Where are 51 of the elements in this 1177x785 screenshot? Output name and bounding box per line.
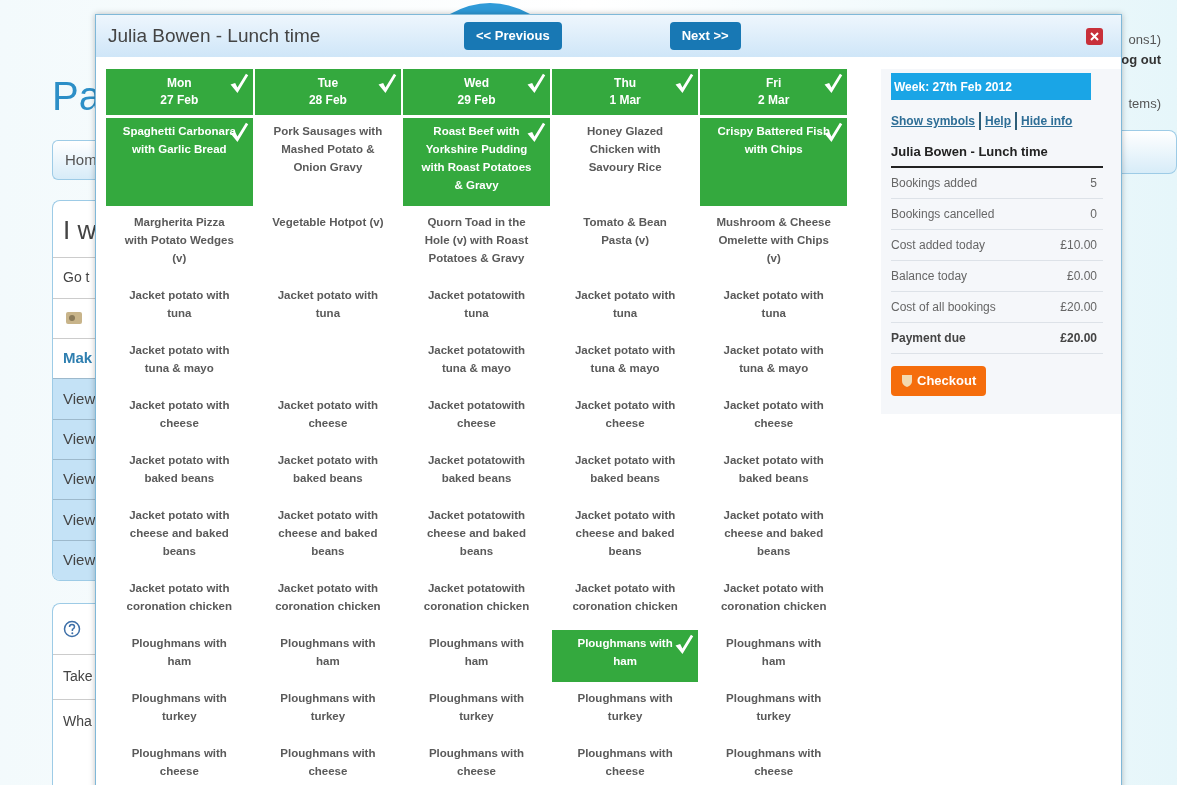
info-link[interactable]: Hide info bbox=[1021, 112, 1073, 130]
help-icon bbox=[63, 619, 81, 638]
stat-label: Cost added today bbox=[891, 236, 986, 254]
check-icon bbox=[525, 120, 546, 144]
stat-value: £10.00 bbox=[1060, 236, 1097, 254]
day-name: Mon bbox=[166, 75, 192, 92]
day-date: 2 Mar bbox=[758, 92, 790, 109]
image-icon bbox=[65, 310, 83, 327]
stat-label: Bookings cancelled bbox=[891, 205, 995, 223]
stat-value: £20.00 bbox=[1060, 329, 1097, 347]
menu-item[interactable]: View bbox=[53, 378, 95, 419]
check-icon bbox=[228, 71, 249, 95]
close-button[interactable] bbox=[1086, 27, 1103, 45]
stat-label: Cost of all bookings bbox=[891, 298, 996, 316]
stat-label: Bookings added bbox=[891, 174, 978, 192]
info-link[interactable]: Show symbols bbox=[891, 112, 976, 130]
previous-button[interactable]: << Previous bbox=[464, 22, 562, 50]
menu-item[interactable]: View bbox=[53, 499, 95, 540]
stat-value: 5 bbox=[1090, 174, 1097, 192]
day-name: Fri bbox=[766, 75, 782, 92]
day-date: 1 Mar bbox=[609, 92, 641, 109]
shield-icon bbox=[901, 373, 913, 388]
menu-item[interactable]: View bbox=[53, 418, 95, 459]
dialog-title: Julia Bowen - Lunch time bbox=[108, 23, 322, 48]
stat-value: £0.00 bbox=[1066, 267, 1097, 285]
next-button[interactable]: Next >> bbox=[669, 22, 741, 50]
nav-bar bbox=[1120, 130, 1177, 174]
day-date: 27 Feb bbox=[160, 92, 199, 109]
stat-value: £20.00 bbox=[1060, 298, 1097, 316]
day-date: 29 Feb bbox=[457, 92, 496, 109]
info-title: Julia Bowen - Lunch time bbox=[891, 142, 1103, 168]
account-text: ons1) bbox=[1128, 31, 1161, 49]
check-icon bbox=[525, 71, 546, 95]
check-icon bbox=[377, 71, 398, 95]
check-icon bbox=[823, 71, 843, 95]
week-label: Week: 27th Feb 2012 bbox=[891, 73, 1091, 100]
check-icon bbox=[674, 632, 695, 656]
day-name: Wed bbox=[463, 75, 490, 92]
day-date: 28 Feb bbox=[308, 92, 347, 109]
day-name: Tue bbox=[317, 75, 339, 92]
logout-link[interactable]: og out bbox=[1121, 50, 1161, 70]
info-link[interactable]: Help bbox=[985, 112, 1012, 130]
stat-label: Payment due bbox=[891, 329, 966, 347]
close-icon bbox=[1090, 31, 1099, 41]
stat-value: 0 bbox=[1090, 205, 1097, 223]
stat-label: Balance today bbox=[891, 267, 968, 285]
menu-item[interactable]: View bbox=[53, 539, 95, 580]
check-icon bbox=[674, 71, 695, 95]
basket-text: tems) bbox=[1128, 95, 1161, 113]
menu-item[interactable]: View bbox=[53, 458, 95, 500]
day-name: Thu bbox=[614, 75, 637, 92]
